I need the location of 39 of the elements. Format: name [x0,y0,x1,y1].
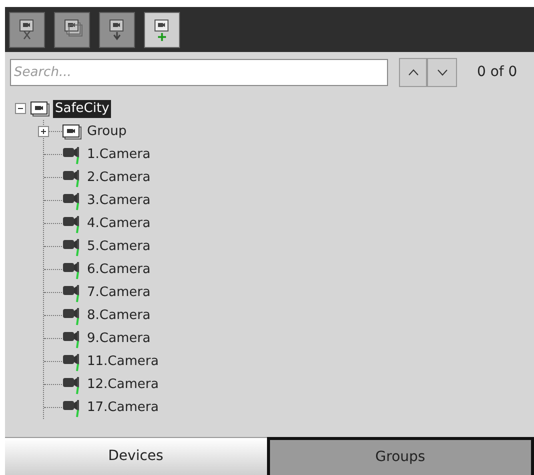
camera-icon [62,398,82,418]
tree-item[interactable]: 4.Camera [85,214,152,232]
tree-item[interactable]: 3.Camera [85,192,152,210]
camera-icon [62,236,82,256]
tree-item[interactable]: 2.Camera [85,168,152,186]
tree-item[interactable]: 1.Camera [85,146,152,164]
chevron-down-icon [436,68,448,76]
tab[interactable]: Groups [266,437,534,475]
tree-item[interactable]: 5.Camera [85,238,152,256]
toolbar-button[interactable] [144,12,180,48]
chevron-up-icon [408,68,418,76]
tree-item[interactable]: 11.Camera [85,352,161,370]
tree-item[interactable]: 7.Camera [85,284,152,302]
monitor-icon [30,100,50,116]
camera-icon [62,352,82,372]
camera-icon [62,144,82,164]
tree-item[interactable]: Group [85,122,129,140]
collapse-toggle[interactable] [15,103,26,114]
tree-item[interactable]: 17.Camera [85,398,161,416]
search-field[interactable]: Search... [10,58,388,86]
tree-item[interactable]: 9.Camera [85,330,152,348]
monitor-icon [62,124,82,140]
camera-icon [62,306,82,326]
minus-icon [17,105,24,112]
camera-icon [62,168,82,188]
tree-item[interactable]: SafeCity [53,100,112,118]
plus-icon [40,128,47,135]
tree-item[interactable]: 12.Camera [85,376,161,394]
search-result-count: 0 of 0 [477,62,518,82]
camera-icon [62,282,82,302]
camera-icon [62,260,82,280]
tab[interactable]: Devices [5,437,266,475]
tree-item[interactable]: 8.Camera [85,306,152,324]
expand-toggle[interactable] [38,126,49,137]
camera-icon [62,190,82,210]
camera-icon [62,328,82,348]
tree-item[interactable]: 6.Camera [85,260,152,278]
camera-icon [62,374,82,394]
camera-icon [62,214,82,234]
